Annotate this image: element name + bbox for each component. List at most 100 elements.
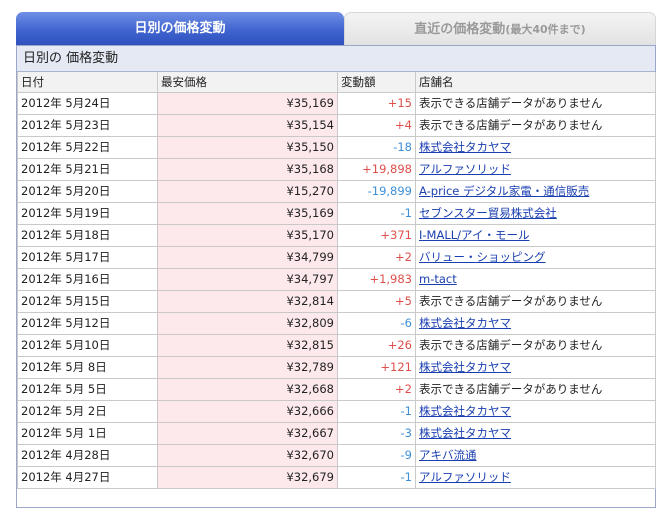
cell-lowest-price: ¥35,170 bbox=[157, 223, 338, 247]
cell-lowest-price: ¥32,668 bbox=[157, 377, 338, 401]
cell-lowest-price: ¥32,667 bbox=[157, 421, 338, 445]
shop-link[interactable]: バリュー・ショッピング bbox=[419, 250, 546, 264]
shop-link[interactable]: 株式会社タカヤマ bbox=[419, 140, 511, 154]
shop-link[interactable]: アルファソリッド bbox=[419, 162, 511, 176]
cell-shop: バリュー・ショッピング bbox=[415, 245, 656, 269]
shop-link[interactable]: m-tact bbox=[419, 272, 457, 286]
cell-shop: アキバ流通 bbox=[415, 443, 656, 467]
no-shop-data-text: 表示できる店舗データがありません bbox=[419, 118, 603, 132]
table-row: 2012年 5月18日 ¥35,170 +371 I-MALL/アイ・モール bbox=[17, 223, 656, 247]
cell-price-change: +2 bbox=[337, 377, 416, 401]
cell-date: 2012年 5月16日 bbox=[17, 267, 158, 291]
table-row: 2012年 5月15日 ¥32,814 +5 表示できる店舗データがありません bbox=[17, 289, 656, 313]
cell-lowest-price: ¥32,679 bbox=[157, 465, 338, 489]
shop-link[interactable]: アキバ流通 bbox=[419, 448, 477, 462]
table-row: 2012年 5月24日 ¥35,169 +15 表示できる店舗データがありません bbox=[17, 91, 656, 115]
cell-date: 2012年 5月17日 bbox=[17, 245, 158, 269]
tab-daily-price-change[interactable]: 日別の価格変動 bbox=[16, 12, 344, 46]
column-header-change: 変動額 bbox=[337, 72, 416, 93]
cell-price-change: -1 bbox=[337, 465, 416, 489]
cell-shop: 株式会社タカヤマ bbox=[415, 135, 656, 159]
price-history-table: 日付 最安価格 変動額 店舗名 2012年 5月24日 ¥35,169 +15 表示で… bbox=[17, 72, 656, 489]
no-shop-data-text: 表示できる店舗データがありません bbox=[419, 294, 603, 308]
cell-date: 2012年 5月23日 bbox=[17, 113, 158, 137]
shop-link[interactable]: 株式会社タカヤマ bbox=[419, 360, 511, 374]
shop-link[interactable]: A-price デジタル家電・通信販売 bbox=[419, 184, 589, 198]
table-row: 2012年 5月19日 ¥35,169 -1 セブンスター貿易株式会社 bbox=[17, 201, 656, 225]
table-row: 2012年 5月12日 ¥32,809 -6 株式会社タカヤマ bbox=[17, 311, 656, 335]
cell-date: 2012年 5月 5日 bbox=[17, 377, 158, 401]
cell-shop: 表示できる店舗データがありません bbox=[415, 289, 656, 313]
shop-link[interactable]: I-MALL/アイ・モール bbox=[419, 228, 529, 242]
cell-date: 2012年 4月28日 bbox=[17, 443, 158, 467]
cell-shop: 株式会社タカヤマ bbox=[415, 421, 656, 445]
cell-price-change: -19,899 bbox=[337, 179, 416, 203]
cell-shop: セブンスター貿易株式会社 bbox=[415, 201, 656, 225]
no-shop-data-text: 表示できる店舗データがありません bbox=[419, 338, 603, 352]
cell-shop: 株式会社タカヤマ bbox=[415, 399, 656, 423]
table-header-row: 日付 最安価格 変動額 店舗名 bbox=[17, 72, 656, 93]
column-header-date: 日付 bbox=[17, 72, 158, 93]
cell-date: 2012年 5月12日 bbox=[17, 311, 158, 335]
cell-date: 2012年 5月 8日 bbox=[17, 355, 158, 379]
cell-date: 2012年 5月19日 bbox=[17, 201, 158, 225]
shop-link[interactable]: アルファソリッド bbox=[419, 470, 511, 484]
cell-lowest-price: ¥32,814 bbox=[157, 289, 338, 313]
column-header-shop: 店舗名 bbox=[415, 72, 656, 93]
cell-shop: 表示できる店舗データがありません bbox=[415, 91, 656, 115]
table-row: 2012年 5月17日 ¥34,799 +2 バリュー・ショッピング bbox=[17, 245, 656, 269]
cell-date: 2012年 5月18日 bbox=[17, 223, 158, 247]
cell-lowest-price: ¥35,154 bbox=[157, 113, 338, 137]
cell-lowest-price: ¥32,809 bbox=[157, 311, 338, 335]
cell-price-change: -6 bbox=[337, 311, 416, 335]
table-row: 2012年 4月28日 ¥32,670 -9 アキバ流通 bbox=[17, 443, 656, 467]
shop-link[interactable]: 株式会社タカヤマ bbox=[419, 426, 511, 440]
cell-shop: m-tact bbox=[415, 267, 656, 291]
tab-daily-label: 日別の価格変動 bbox=[134, 21, 226, 36]
column-header-lowest-price: 最安価格 bbox=[157, 72, 338, 93]
tab-bar: 日別の価格変動 直近の価格変動(最大40件まで) bbox=[0, 0, 672, 46]
shop-link[interactable]: 株式会社タカヤマ bbox=[419, 316, 511, 330]
table-row: 2012年 5月20日 ¥15,270 -19,899 A-price デジタル家電・… bbox=[17, 179, 656, 203]
table-row: 2012年 5月21日 ¥35,168 +19,898 アルファソリッド bbox=[17, 157, 656, 181]
cell-lowest-price: ¥32,666 bbox=[157, 399, 338, 423]
cell-date: 2012年 5月15日 bbox=[17, 289, 158, 313]
cell-shop: アルファソリッド bbox=[415, 157, 656, 181]
table-row: 2012年 5月10日 ¥32,815 +26 表示できる店舗データがありません bbox=[17, 333, 656, 357]
cell-lowest-price: ¥15,270 bbox=[157, 179, 338, 203]
cell-price-change: -1 bbox=[337, 399, 416, 423]
cell-price-change: -1 bbox=[337, 201, 416, 225]
shop-link[interactable]: セブンスター貿易株式会社 bbox=[419, 206, 557, 220]
cell-date: 2012年 5月10日 bbox=[17, 333, 158, 357]
cell-price-change: +5 bbox=[337, 289, 416, 313]
cell-shop: 表示できる店舗データがありません bbox=[415, 377, 656, 401]
table-row: 2012年 4月27日 ¥32,679 -1 アルファソリッド bbox=[17, 465, 656, 489]
cell-price-change: +2 bbox=[337, 245, 416, 269]
no-shop-data-text: 表示できる店舗データがありません bbox=[419, 96, 603, 110]
cell-price-change: +26 bbox=[337, 333, 416, 357]
cell-price-change: +371 bbox=[337, 223, 416, 247]
table-row: 2012年 5月16日 ¥34,797 +1,983 m-tact bbox=[17, 267, 656, 291]
no-shop-data-text: 表示できる店舗データがありません bbox=[419, 382, 603, 396]
cell-price-change: -9 bbox=[337, 443, 416, 467]
cell-shop: アルファソリッド bbox=[415, 465, 656, 489]
cell-date: 2012年 5月21日 bbox=[17, 157, 158, 181]
cell-lowest-price: ¥35,169 bbox=[157, 201, 338, 225]
cell-lowest-price: ¥32,815 bbox=[157, 333, 338, 357]
tab-recent-price-change[interactable]: 直近の価格変動(最大40件まで) bbox=[344, 12, 656, 46]
cell-price-change: +1,983 bbox=[337, 267, 416, 291]
table-row: 2012年 5月 2日 ¥32,666 -1 株式会社タカヤマ bbox=[17, 399, 656, 423]
cell-date: 2012年 4月27日 bbox=[17, 465, 158, 489]
cell-lowest-price: ¥35,168 bbox=[157, 157, 338, 181]
cell-price-change: +4 bbox=[337, 113, 416, 137]
cell-date: 2012年 5月 2日 bbox=[17, 399, 158, 423]
cell-date: 2012年 5月 1日 bbox=[17, 421, 158, 445]
cell-price-change: -3 bbox=[337, 421, 416, 445]
cell-shop: 表示できる店舗データがありません bbox=[415, 333, 656, 357]
shop-link[interactable]: 株式会社タカヤマ bbox=[419, 404, 511, 418]
table-row: 2012年 5月 8日 ¥32,789 +121 株式会社タカヤマ bbox=[17, 355, 656, 379]
cell-lowest-price: ¥32,670 bbox=[157, 443, 338, 467]
cell-price-change: +19,898 bbox=[337, 157, 416, 181]
cell-date: 2012年 5月22日 bbox=[17, 135, 158, 159]
cell-lowest-price: ¥32,789 bbox=[157, 355, 338, 379]
